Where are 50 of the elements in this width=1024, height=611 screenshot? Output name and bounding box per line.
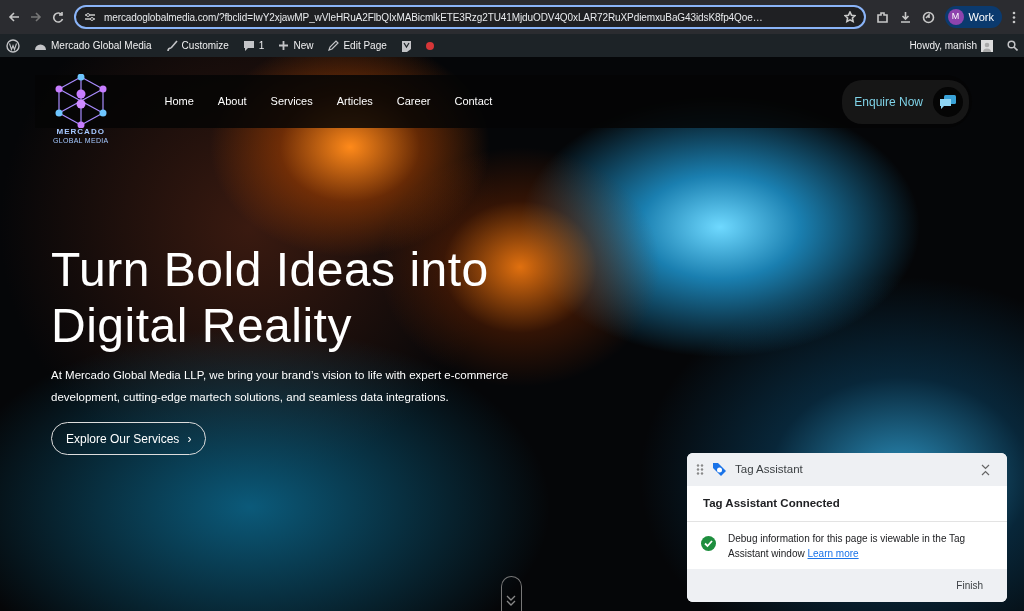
profile-name: Work — [968, 9, 994, 25]
avatar-icon: M — [947, 9, 964, 25]
comment-icon — [242, 39, 255, 52]
drag-handle-icon[interactable] — [696, 464, 704, 475]
logo-text: MERCADO — [56, 127, 105, 136]
url-text: mercadoglobalmedia.com/?fbclid=IwY2xjawMP_wVleHRuA2FlbQIxMABicmlkETE3Rzg2TU41MjduODV4Q0xLAR72RuXPdiemxuBaG43idsK8fp4Qoe… — [104, 10, 764, 25]
finish-button[interactable]: Finish — [950, 577, 989, 595]
pencil-icon — [327, 39, 340, 52]
download-icon[interactable] — [898, 10, 912, 24]
check-circle-icon — [701, 536, 716, 552]
site-name-link[interactable]: Mercado Global Media — [51, 38, 152, 53]
debug-message: Debug information for this page is viewable in the Tag Assistant window Learn more — [728, 532, 967, 562]
nav-link[interactable]: Articles — [336, 93, 373, 110]
chevron-down-icon — [506, 595, 516, 607]
site-settings-icon[interactable] — [84, 12, 96, 22]
nav-link[interactable]: Home — [164, 93, 194, 110]
network-hexagon-logo-icon[interactable] — [53, 73, 108, 128]
tag-icon — [712, 462, 727, 477]
reload-icon[interactable] — [52, 11, 64, 23]
collapse-icon[interactable] — [981, 463, 990, 476]
nav-link[interactable]: Career — [396, 93, 431, 110]
customize-link[interactable]: Customize — [181, 38, 229, 53]
menu-icon[interactable] — [1012, 10, 1016, 24]
forward-icon[interactable] — [30, 11, 42, 23]
profile-button[interactable]: M Work — [944, 6, 1002, 28]
greeting-text[interactable]: Howdy, manish — [909, 38, 977, 53]
nav-link[interactable]: Services — [270, 93, 313, 110]
brush-icon — [165, 39, 178, 52]
address-bar[interactable]: mercadoglobalmedia.com/?fbclid=IwY2xjawMP_wVleHRuA2FlbQIxMABicmlkETE3Rzg2TU41MjduODV4Q0xLAR72RuXPdiemxuBaG43idsK8fp4Qoe… — [74, 5, 866, 29]
user-avatar-icon — [981, 39, 993, 52]
hero-heading: Turn Bold Ideas into Digital Reality — [51, 242, 490, 354]
wordpress-logo-icon[interactable] — [6, 38, 20, 53]
nav-link[interactable]: About — [217, 93, 247, 110]
seo-plugin-icon[interactable] — [400, 39, 412, 52]
enquire-button[interactable]: Enquire Now — [842, 79, 969, 124]
nav-link[interactable]: Contact — [454, 93, 493, 110]
plus-icon — [278, 40, 290, 51]
star-icon[interactable] — [843, 11, 856, 23]
connected-heading: Tag Assistant Connected — [687, 486, 1007, 523]
comment-count[interactable]: 1 — [258, 38, 265, 53]
chat-bubbles-icon — [940, 94, 956, 109]
edit-page-link[interactable]: Edit Page — [343, 38, 387, 53]
extensions-icon[interactable] — [875, 10, 889, 24]
learn-more-link[interactable]: Learn more — [807, 548, 859, 560]
hero-description: At Mercado Global Media LLP, we bring your brand’s vision to life with expert e-commerce development, cutting-edge martech solutions, and seamless data integrations. — [51, 368, 510, 405]
panel-title: Tag Assistant — [735, 461, 803, 477]
status-dot-icon — [425, 41, 434, 50]
back-icon[interactable] — [8, 11, 20, 23]
search-icon[interactable] — [1007, 40, 1018, 51]
new-link[interactable]: New — [293, 38, 314, 53]
